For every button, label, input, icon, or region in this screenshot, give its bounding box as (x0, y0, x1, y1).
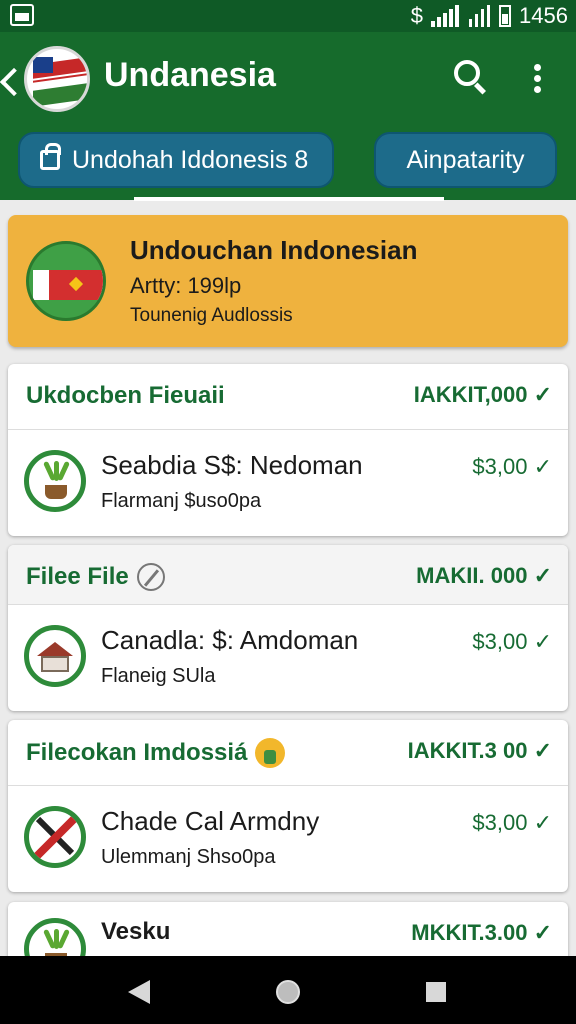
card-header-amount: MAKII. 000 (416, 563, 528, 588)
card-header[interactable]: Ukdocben Fieuaii IAKKIT,000 ✓ (8, 364, 568, 430)
emoji-icon (255, 738, 286, 768)
status-time: 1456 (519, 3, 568, 28)
app-bar: Undanesia Undohah Iddonesis 8 Ainpatarit… (0, 32, 576, 200)
status-bar: $ 1456 (0, 0, 576, 32)
hero-caption: Tounenig Audlossis (130, 305, 293, 326)
flag-icon (26, 241, 106, 321)
card-header[interactable]: Filee File MAKII. 000 ✓ (8, 545, 568, 605)
card-header[interactable]: Filecokan Imdossiá IAKKIT.3 00 ✓ (8, 720, 568, 786)
item-amount: $3,00 (472, 629, 528, 654)
item-subtitle: Flarmanj $uso0pa (101, 490, 262, 512)
hero-subtitle: Artty: 199lp (130, 273, 242, 298)
tab-chip-2-label: Ainpatarity (406, 145, 525, 174)
transaction-card: Filee File MAKII. 000 ✓ Canadla: $: Amdo… (8, 545, 568, 711)
check-icon: ✓ (533, 810, 552, 835)
no-symbol-icon (136, 563, 165, 591)
check-icon: ✓ (533, 920, 552, 945)
check-icon: ✓ (533, 563, 552, 588)
card-header-title: Filecokan Imdossiá (26, 739, 248, 766)
check-icon: ✓ (533, 454, 552, 479)
list-item[interactable]: Chade Cal Armdny Ulemmanj Shso0pa $3,00 … (8, 786, 568, 890)
card-header-title: Ukdocben Fieuaii (26, 382, 225, 409)
system-nav-bar (0, 956, 576, 1024)
item-title: Vesku (101, 918, 171, 945)
lock-icon (40, 143, 61, 170)
battery-icon (499, 5, 512, 27)
plant-icon (24, 450, 86, 512)
check-icon: ✓ (533, 629, 552, 654)
list-item[interactable]: Seabdia S$: Nedoman Flarmanj $uso0pa $3,… (8, 430, 568, 534)
app-title: Undanesia (104, 56, 276, 94)
wifi-icon (431, 5, 461, 27)
transaction-card: Filecokan Imdossiá IAKKIT.3 00 ✓ Chade C… (8, 720, 568, 892)
card-header-amount: IAKKIT,000 (413, 382, 528, 407)
tab-chip-1-label: Undohah Iddonesis 8 (72, 145, 309, 174)
nav-recents-icon[interactable] (426, 982, 446, 1002)
item-title: Seabdia S$: Nedoman (101, 450, 363, 480)
gallery-icon (10, 4, 34, 26)
item-amount: $3,00 (472, 454, 528, 479)
card-header-title: Filee File (26, 563, 129, 590)
item-title: Canadla: $: Amdoman (101, 625, 359, 655)
no-entry-icon (24, 806, 86, 868)
temple-icon (24, 625, 86, 687)
app-logo-icon (24, 46, 90, 112)
nav-back-icon[interactable] (128, 980, 150, 1004)
item-subtitle: Ulemmanj Shso0pa (101, 846, 276, 868)
search-icon[interactable] (454, 60, 480, 86)
item-subtitle: Flaneig SUla (101, 665, 216, 687)
check-icon: ✓ (533, 738, 552, 763)
signal-icon (469, 5, 491, 27)
item-amount: MKKIT.3.00 (411, 920, 528, 945)
hero-card[interactable]: Undouchan Indonesian Artty: 199lp Tounen… (8, 215, 568, 347)
dollar-icon: $ (410, 3, 424, 28)
tab-chip-2[interactable]: Ainpatarity (374, 132, 557, 188)
check-icon: ✓ (533, 382, 552, 407)
card-header-amount: IAKKIT.3 00 (407, 738, 528, 763)
tab-indicator (134, 197, 444, 201)
list-item[interactable]: Canadla: $: Amdoman Flaneig SUla $3,00 ✓ (8, 605, 568, 709)
item-amount: $3,00 (472, 810, 528, 835)
tab-chip-1[interactable]: Undohah Iddonesis 8 (18, 132, 334, 188)
more-options-icon[interactable] (534, 64, 542, 94)
transaction-card: Ukdocben Fieuaii IAKKIT,000 ✓ Seabdia S$… (8, 364, 568, 536)
hero-title: Undouchan Indonesian (130, 235, 418, 265)
nav-home-icon[interactable] (276, 980, 300, 1004)
item-title: Chade Cal Armdny (101, 806, 320, 836)
